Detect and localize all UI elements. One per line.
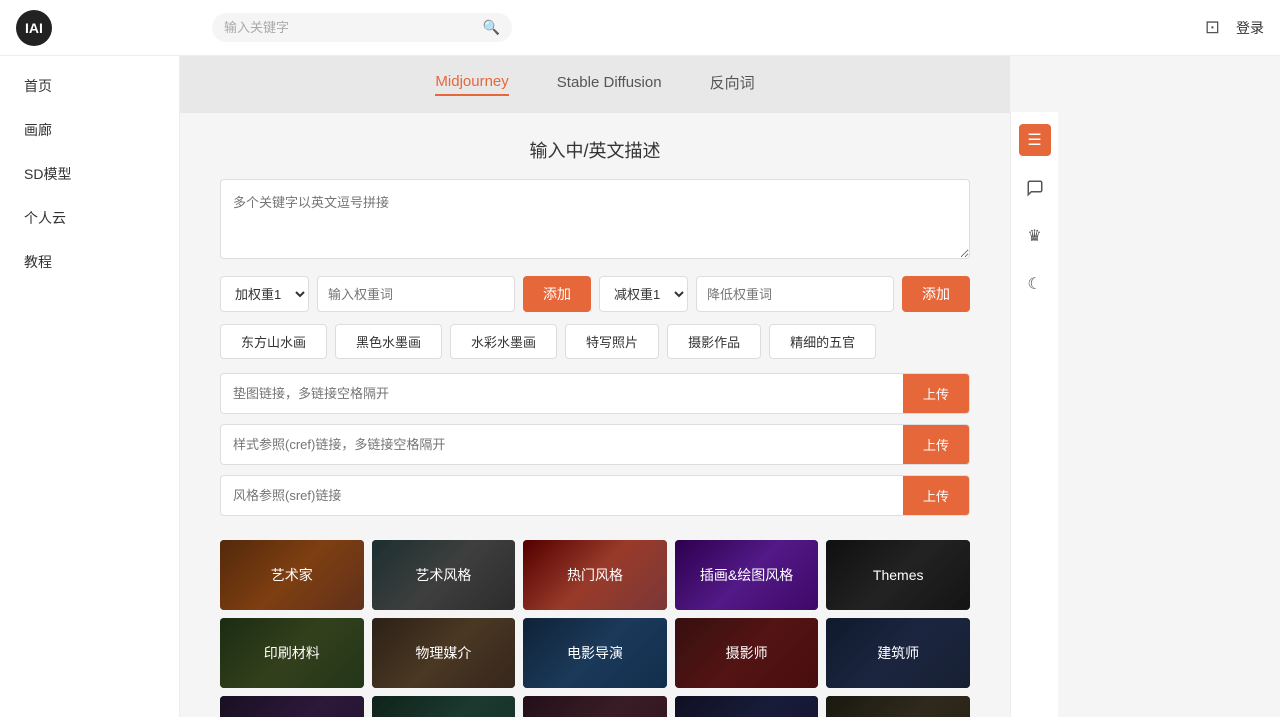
quick-tag-5[interactable]: 精细的五官 [769,324,876,359]
category-quality-enhancer[interactable]: 画质强化词 [826,696,970,717]
quick-tag-3[interactable]: 特写照片 [565,324,659,359]
pad-link-input[interactable] [221,376,903,411]
section-title: 输入中/英文描述 [220,137,970,163]
weight-row: 加权重1 加权重2 加权重3 添加 减权重1 减权重2 减权重3 添加 [220,276,970,312]
weight-decrease-input[interactable] [696,276,894,312]
sidebar-item-gallery[interactable]: 画廊 [0,108,179,152]
category-illustration-style[interactable]: 插画&绘图风格 [675,540,819,610]
style-sref-input[interactable] [221,478,903,513]
category-grid: 艺术家 艺术风格 热门风格 插画&绘图风格 Themes [220,540,970,717]
style-cref-link-row: 上传 [220,424,970,465]
sidebar-item-personal-cloud[interactable]: 个人云 [0,196,179,240]
sidebar-item-tutorial[interactable]: 教程 [0,240,179,284]
tab-stable-diffusion[interactable]: Stable Diffusion [557,74,662,95]
search-icon: 🔍 [483,19,500,36]
category-photographer[interactable]: 摄影师 [675,618,819,688]
tab-bar: Midjourney Stable Diffusion 反向词 [180,56,1010,113]
search-input[interactable] [224,20,479,35]
quick-tags: 东方山水画 黑色水墨画 水彩水墨画 特写照片 摄影作品 精细的五官 [220,324,970,359]
description-textarea[interactable] [220,179,970,259]
tab-negative-prompt[interactable]: 反向词 [710,72,755,97]
content-area: 输入中/英文描述 加权重1 加权重2 加权重3 添加 减权重1 减权重2 减权重… [180,113,1010,717]
weight-increase-input[interactable] [317,276,515,312]
tab-midjourney[interactable]: Midjourney [435,73,508,96]
right-panel-menu-icon[interactable]: ☰ [1019,124,1051,156]
style-cref-input[interactable] [221,427,903,462]
category-themes[interactable]: Themes [826,540,970,610]
category-architect[interactable]: 建筑师 [826,618,970,688]
category-renderer[interactable]: 渲染器 [675,696,819,717]
style-sref-link-row: 上传 [220,475,970,516]
quick-tag-4[interactable]: 摄影作品 [667,324,761,359]
category-film-director[interactable]: 电影导演 [523,618,667,688]
pad-upload-button[interactable]: 上传 [903,374,969,413]
quick-tag-2[interactable]: 水彩水墨画 [450,324,557,359]
quick-tag-1[interactable]: 黑色水墨画 [335,324,442,359]
right-panel: ☰ ♛ ☾ [1010,112,1058,717]
header-right: ⊡ 登录 [1205,17,1264,38]
weight-decrease-select[interactable]: 减权重1 减权重2 减权重3 [599,276,688,312]
header: IAI 🔍 ⊡ 登录 [0,0,1280,56]
right-panel-moon-icon[interactable]: ☾ [1019,268,1051,300]
add-weight-button[interactable]: 添加 [523,276,591,312]
header-logo-area: IAI [16,10,196,46]
login-button[interactable]: 登录 [1236,18,1264,38]
add-decrease-weight-button[interactable]: 添加 [902,276,970,312]
style-sref-upload-button[interactable]: 上传 [903,476,969,515]
style-cref-upload-button[interactable]: 上传 [903,425,969,464]
category-interior-arch[interactable]: 室内和建筑 [220,696,364,717]
logo-icon: IAI [16,10,52,46]
category-physics-media[interactable]: 物理媒介 [372,618,516,688]
external-link-icon[interactable]: ⊡ [1205,17,1220,38]
sidebar-nav: 首页 画廊 SD模型 个人云 教程 [0,56,179,292]
weight-increase-select[interactable]: 加权重1 加权重2 加权重3 [220,276,309,312]
sidebar-item-home[interactable]: 首页 [0,64,179,108]
category-artist[interactable]: 艺术家 [220,540,364,610]
category-scene-context[interactable]: 场景氛围 [372,696,516,717]
main-content: Midjourney Stable Diffusion 反向词 输入中/英文描述… [180,56,1010,717]
right-panel-wechat-icon[interactable] [1019,172,1051,204]
search-bar[interactable]: 🔍 [212,13,512,42]
pad-link-row: 上传 [220,373,970,414]
category-zodiac[interactable]: 十二星座 [523,696,667,717]
category-hot-style[interactable]: 热门风格 [523,540,667,610]
sidebar: 首页 画廊 SD模型 个人云 教程 [0,56,180,717]
sidebar-item-sd-model[interactable]: SD模型 [0,152,179,196]
quick-tag-0[interactable]: 东方山水画 [220,324,327,359]
category-art-style[interactable]: 艺术风格 [372,540,516,610]
category-print-material[interactable]: 印刷材料 [220,618,364,688]
right-panel-crown-icon[interactable]: ♛ [1019,220,1051,252]
